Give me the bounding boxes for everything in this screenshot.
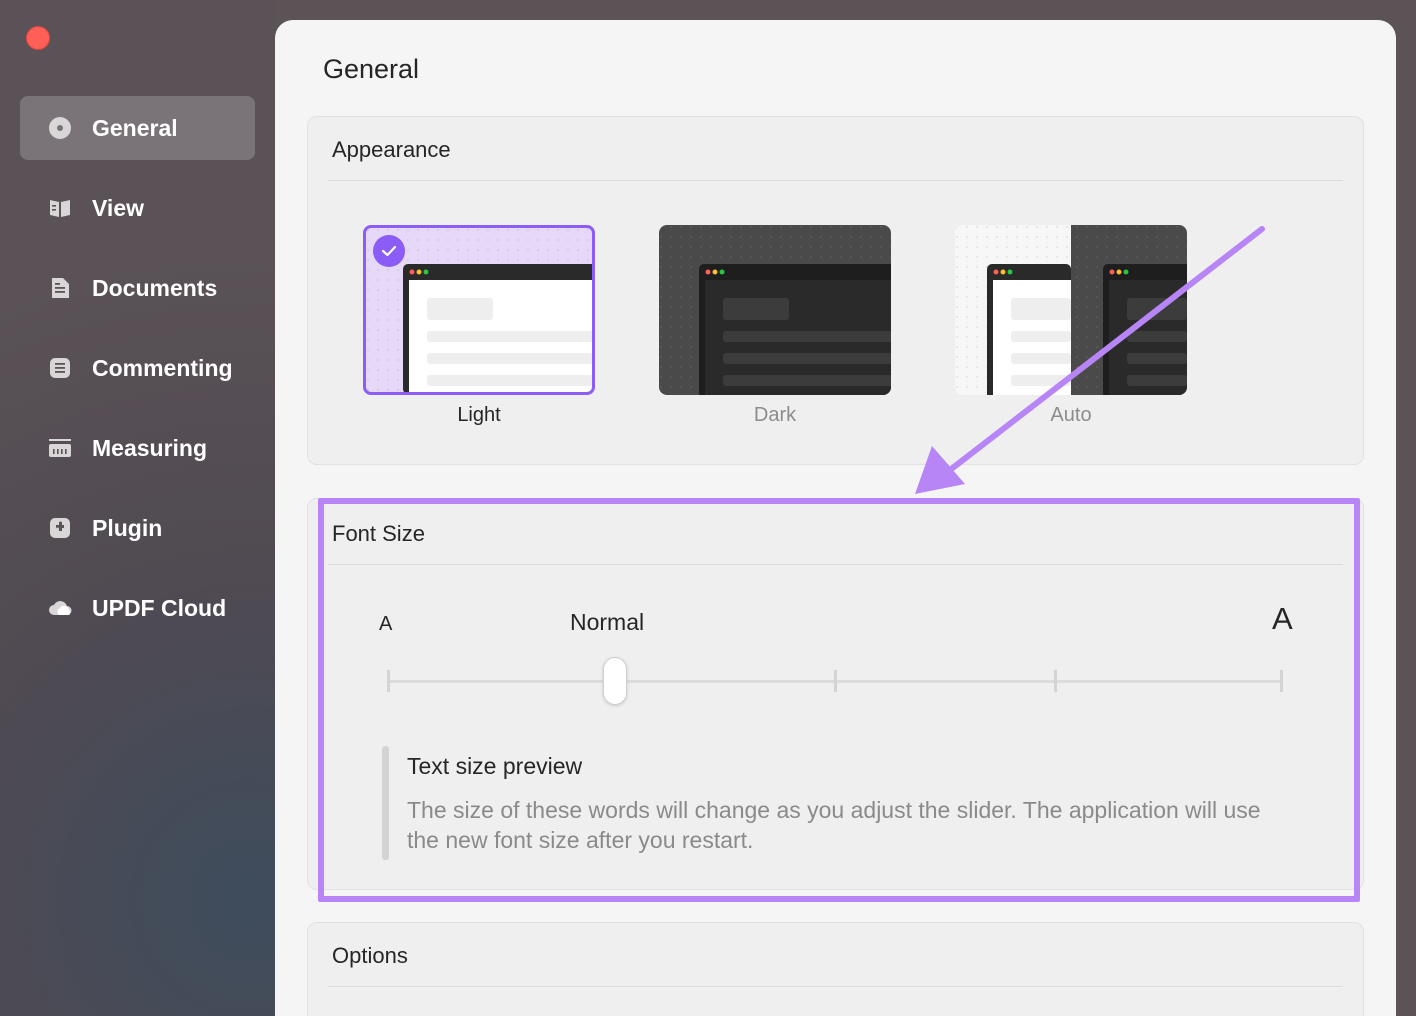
sidebar-item-label: Measuring <box>92 434 208 461</box>
sidebar-item-updf-cloud[interactable]: UPDF Cloud <box>20 576 255 640</box>
divider <box>328 564 1343 565</box>
sidebar-item-label: View <box>92 194 144 221</box>
dark-theme-preview <box>659 225 891 395</box>
slider-tick <box>1054 670 1057 692</box>
slider-tick <box>1280 670 1283 692</box>
divider <box>328 986 1343 987</box>
sidebar-item-view[interactable]: View <box>20 176 255 240</box>
theme-label-dark: Dark <box>753 404 797 426</box>
theme-label-auto: Auto <box>1050 404 1092 426</box>
preview-quote-bar <box>382 746 389 860</box>
small-font-label: A <box>379 613 393 635</box>
sidebar: General View Documents Commenting Measur… <box>0 0 275 1016</box>
documents-icon <box>46 274 74 302</box>
slider-tick <box>387 670 390 692</box>
sidebar-item-label: Commenting <box>92 354 233 381</box>
general-icon <box>46 114 74 142</box>
sidebar-item-general[interactable]: General <box>20 96 255 160</box>
cloud-icon <box>46 594 74 622</box>
preview-text: The size of these words will change as y… <box>407 797 1261 853</box>
theme-label-light: Light <box>457 404 501 426</box>
theme-option-dark[interactable] <box>659 225 891 395</box>
theme-option-auto[interactable] <box>955 225 1187 395</box>
sidebar-item-commenting[interactable]: Commenting <box>20 336 255 400</box>
sidebar-item-documents[interactable]: Documents <box>20 256 255 320</box>
section-title: Font Size <box>332 521 425 546</box>
current-font-size-label: Normal <box>570 609 645 635</box>
sidebar-item-label: Plugin <box>92 514 163 541</box>
large-font-label: A <box>1272 601 1293 636</box>
sidebar-item-plugin[interactable]: Plugin <box>20 496 255 560</box>
plugin-icon <box>46 514 74 542</box>
measuring-icon <box>46 434 74 462</box>
page-title: General <box>323 54 420 84</box>
options-section: Options <box>307 922 1364 1016</box>
slider-tick <box>834 670 837 692</box>
sidebar-item-label: General <box>92 114 178 141</box>
theme-option-light[interactable] <box>363 225 595 395</box>
section-title: Appearance <box>332 137 451 162</box>
sidebar-item-label: Documents <box>92 274 218 301</box>
view-icon <box>46 194 74 222</box>
close-window-button[interactable] <box>26 26 50 50</box>
preview-title: Text size preview <box>407 753 583 779</box>
divider <box>328 180 1343 181</box>
auto-theme-preview <box>955 225 1187 395</box>
sidebar-item-label: UPDF Cloud <box>92 594 227 621</box>
appearance-section: Appearance Light Dark Auto <box>307 116 1364 465</box>
sidebar-item-measuring[interactable]: Measuring <box>20 416 255 480</box>
font-size-section: Font Size A Normal A Text size preview T… <box>307 498 1364 890</box>
commenting-icon <box>46 354 74 382</box>
slider-thumb[interactable] <box>603 657 627 705</box>
checkmark-icon <box>373 235 405 267</box>
settings-panel: General Appearance Light Dark Auto Font … <box>275 20 1396 1016</box>
section-title: Options <box>332 943 408 968</box>
